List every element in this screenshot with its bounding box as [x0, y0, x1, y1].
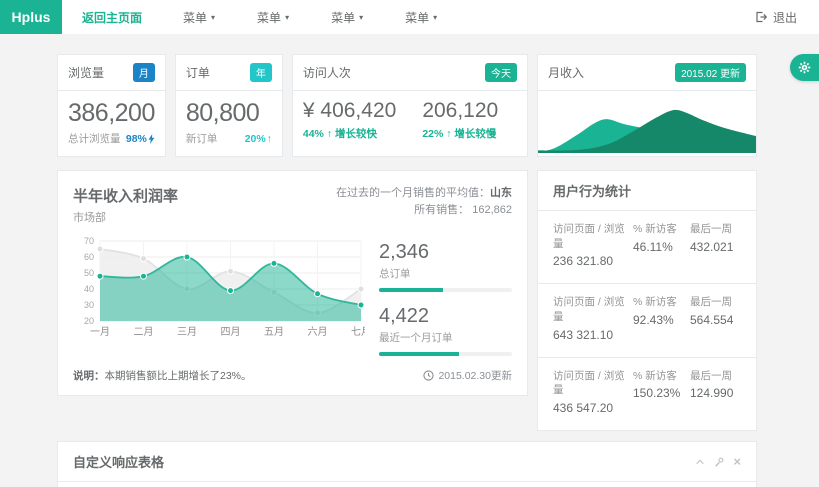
chevron-down-icon: ▾ [285, 13, 289, 22]
sales-summary: 在过去的一个月销售的平均值：山东 所有销售： 162,862 [336, 185, 512, 225]
svg-text:三月: 三月 [177, 326, 197, 338]
visits-count: 206,120 22% ↑ 增长较慢 [422, 99, 498, 141]
stat-note: 44% ↑ 增长较快 [303, 126, 396, 141]
svg-text:70: 70 [84, 236, 94, 246]
stat-value: ¥ 406,420 [303, 99, 396, 123]
svg-text:50: 50 [84, 268, 94, 278]
svg-text:40: 40 [84, 284, 94, 294]
total-orders-value: 2,346 [379, 241, 512, 264]
profit-rate-panel: 半年收入利润率 市场部 在过去的一个月销售的平均值：山东 所有销售： 162,8… [57, 170, 528, 396]
stat-cards-row: 浏览量 月 386,200 总计浏览量 98% [57, 54, 757, 157]
panel-title: 半年收入利润率 [73, 185, 178, 206]
chart-footnote: 说明：本期销售额比上期增长了23%。 [73, 368, 252, 383]
svg-text:60: 60 [84, 252, 94, 262]
main-nav: 返回主页面 菜单 ▾ 菜单 ▾ 菜单 ▾ 菜单 ▾ [62, 0, 458, 34]
profit-line-chart: 20 30 40 50 60 70 一月 二月 三月 四月 五月 六月 七月 [73, 233, 365, 347]
panel-title: 自定义响应表格 [73, 452, 164, 471]
period-badge: 年 [250, 63, 272, 82]
level-up-icon: ↑ [327, 128, 332, 140]
card-title: 月收入 [548, 64, 584, 81]
brand-logo[interactable]: Hplus [0, 0, 62, 34]
top-navbar: Hplus 返回主页面 菜单 ▾ 菜单 ▾ 菜单 ▾ 菜单 ▾ [0, 0, 819, 34]
stat-note: 22% ↑ 增长较慢 [422, 126, 498, 141]
sign-out-icon [755, 11, 767, 23]
panel-tools: × [695, 457, 741, 467]
sales-total: 162,862 [472, 204, 512, 216]
total-orders-label: 总订单 [379, 266, 512, 281]
behavior-row: 访问页面 / 浏览量 643 321.10 % 新访客 92.43% 最后一周 … [538, 284, 756, 357]
theme-settings-button[interactable] [790, 54, 819, 81]
nav-menu-3[interactable]: 菜单 ▾ [310, 9, 384, 26]
stat-card-visits: 访问人次 今天 ¥ 406,420 44% ↑ 增长较快 206,120 22%… [292, 54, 528, 157]
svg-text:一月: 一月 [90, 326, 110, 338]
stat-label: 总计浏览量 [68, 131, 121, 146]
gear-icon [798, 61, 811, 74]
svg-text:30: 30 [84, 300, 94, 310]
panel-subtitle: 市场部 [73, 209, 178, 225]
nav-menu-label: 菜单 [183, 9, 207, 26]
svg-text:五月: 五月 [264, 326, 284, 338]
stat-card-pageviews: 浏览量 月 386,200 总计浏览量 98% [57, 54, 166, 157]
custom-table-panel: 自定义响应表格 × 天 周 月 [57, 441, 757, 487]
table-toolbar: 天 周 月 搜索 [58, 482, 756, 487]
stat-percent: 20% ↑ [245, 133, 272, 145]
stat-value: 386,200 [68, 99, 155, 128]
wrench-icon[interactable] [714, 457, 724, 467]
nav-menu-label: 菜单 [405, 9, 429, 26]
chevron-down-icon: ▾ [433, 13, 437, 22]
nav-menu-1[interactable]: 菜单 ▾ [162, 9, 236, 26]
nav-menu-label: 菜单 [331, 9, 355, 26]
period-badge: 月 [133, 63, 155, 82]
card-title: 订单 [186, 64, 210, 81]
logout-button[interactable]: 退出 [755, 0, 819, 34]
month-orders-progress [379, 352, 512, 356]
stat-label: 新订单 [186, 131, 218, 146]
user-behavior-panel: 用户行为统计 访问页面 / 浏览量 236 321.80 % 新访客 46.11… [537, 170, 757, 431]
income-area-chart [538, 91, 756, 153]
nav-menu-label: 菜单 [257, 9, 281, 26]
level-up-icon: ↑ [267, 133, 272, 145]
back-home-link[interactable]: 返回主页面 [62, 9, 162, 26]
bolt-icon [148, 134, 155, 144]
nav-menu-2[interactable]: 菜单 ▾ [236, 9, 310, 26]
close-icon[interactable]: × [733, 457, 741, 467]
level-up-icon: ↑ [446, 128, 451, 140]
collapse-icon[interactable] [695, 457, 705, 467]
chevron-down-icon: ▾ [359, 13, 363, 22]
period-badge: 今天 [485, 63, 517, 82]
last-updated: 2015.02.30更新 [423, 368, 512, 383]
card-title: 浏览量 [68, 64, 104, 81]
panel-title: 用户行为统计 [553, 181, 631, 200]
nav-menu-4[interactable]: 菜单 ▾ [384, 9, 458, 26]
card-title: 访问人次 [303, 64, 351, 81]
clock-icon [423, 370, 434, 381]
dashboard-page: Hplus 返回主页面 菜单 ▾ 菜单 ▾ 菜单 ▾ 菜单 ▾ [0, 0, 819, 487]
visits-revenue: ¥ 406,420 44% ↑ 增长较快 [303, 99, 396, 141]
logout-label: 退出 [773, 9, 797, 26]
svg-text:四月: 四月 [221, 326, 241, 338]
stat-card-orders: 订单 年 80,800 新订单 20% ↑ [175, 54, 283, 157]
svg-text:七月: 七月 [351, 326, 365, 338]
svg-text:20: 20 [84, 316, 94, 326]
behavior-row: 访问页面 / 浏览量 436 547.20 % 新访客 150.23% 最后一周… [538, 358, 756, 430]
order-stats: 2,346 总订单 4,422 最近一个月订单 [379, 233, 512, 356]
avg-region: 山东 [490, 187, 512, 199]
total-orders-progress [379, 288, 512, 292]
stat-percent: 98% [126, 133, 155, 145]
content-area: 浏览量 月 386,200 总计浏览量 98% [0, 34, 819, 487]
chevron-down-icon: ▾ [211, 13, 215, 22]
month-orders-value: 4,422 [379, 305, 512, 328]
svg-text:二月: 二月 [134, 326, 154, 338]
stat-value: 80,800 [186, 99, 272, 128]
updated-badge: 2015.02 更新 [675, 63, 746, 82]
svg-text:六月: 六月 [308, 326, 328, 338]
middle-row: 半年收入利润率 市场部 在过去的一个月销售的平均值：山东 所有销售： 162,8… [57, 170, 757, 431]
stat-card-monthly-income: 月收入 2015.02 更新 [537, 54, 757, 157]
stat-value: 206,120 [422, 99, 498, 123]
month-orders-label: 最近一个月订单 [379, 330, 512, 345]
behavior-row: 访问页面 / 浏览量 236 321.80 % 新访客 46.11% 最后一周 … [538, 211, 756, 284]
